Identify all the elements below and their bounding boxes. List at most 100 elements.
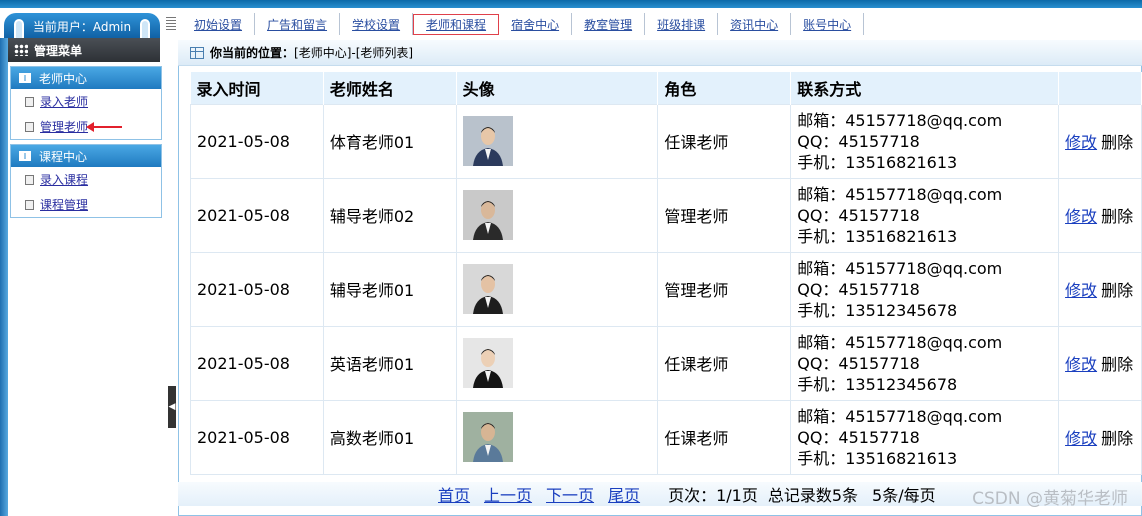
edit-link[interactable]: 修改 (1065, 281, 1097, 300)
edit-link[interactable]: 修改 (1065, 207, 1097, 226)
cell-avatar (455, 103, 659, 179)
cell-name: 体育老师01 (322, 103, 457, 179)
sidebar-item-add-course[interactable]: 录入课程 (11, 167, 161, 192)
cell-role: 管理老师 (657, 177, 792, 253)
teacher-avatar (462, 116, 513, 166)
sidebar-group-header[interactable]: 老师中心 (11, 67, 161, 89)
nav-item-news[interactable]: 资讯中心 (718, 13, 792, 35)
edit-link[interactable]: 修改 (1065, 355, 1097, 374)
menu-grid-icon (14, 44, 28, 56)
teacher-avatar (462, 338, 513, 388)
table-row: 2021-05-08 辅导老师01 管理老师 邮箱：45157718@qq.com QQ… (190, 251, 1142, 327)
contact-qq: QQ：45157718 (797, 279, 920, 299)
cell-actions: 修改 删除 (1058, 177, 1142, 253)
teacher-avatar (462, 264, 513, 314)
cell-date: 2021-05-08 (190, 251, 324, 327)
contact-phone: 手机：13512345678 (797, 300, 958, 320)
edit-link[interactable]: 修改 (1065, 429, 1097, 448)
contact-qq: QQ：45157718 (797, 205, 920, 225)
nav-item-accounts[interactable]: 账号中心 (791, 13, 865, 35)
delete-button[interactable]: 删除 (1101, 355, 1133, 374)
breadcrumb: 你当前的位置： [老师中心]-[老师列表] (178, 40, 1142, 66)
cell-name: 高数老师01 (322, 399, 457, 475)
cell-actions: 修改 删除 (1058, 103, 1142, 179)
document-icon (25, 121, 34, 132)
cell-role: 任课老师 (657, 325, 792, 401)
cell-name: 英语老师01 (322, 325, 457, 401)
watermark: CSDN @黄菊华老师 (972, 489, 1128, 509)
breadcrumb-prefix: 你当前的位置： (210, 46, 295, 60)
nav-item-ads-messages[interactable]: 广告和留言 (255, 13, 341, 35)
sidebar-item-manage-courses[interactable]: 课程管理 (11, 192, 161, 217)
teacher-avatar (462, 190, 513, 240)
grip-icon (166, 17, 176, 31)
cell-contact: 邮箱：45157718@qq.com QQ：45157718 手机：13512345… (790, 325, 1060, 401)
contact-phone: 手机：13516821613 (797, 152, 958, 172)
top-nav: 初始设置 广告和留言 学校设置 老师和课程 宿舍中心 教室管理 班级排课 资讯中… (160, 10, 865, 38)
nav-item-initial-settings[interactable]: 初始设置 (182, 13, 256, 35)
sidebar-title-label: 管理菜单 (34, 43, 83, 58)
nav-item-teachers-courses[interactable]: 老师和课程 (413, 13, 500, 35)
cell-actions: 修改 删除 (1058, 399, 1142, 475)
cell-avatar (455, 251, 659, 327)
delete-button[interactable]: 删除 (1101, 281, 1133, 300)
last-page-link[interactable]: 尾页 (608, 482, 640, 506)
cell-date: 2021-05-08 (190, 399, 324, 475)
edit-link[interactable]: 修改 (1065, 133, 1097, 152)
sidebar-edge (0, 38, 8, 516)
red-arrow-pointer (86, 122, 122, 132)
cell-contact: 邮箱：45157718@qq.com QQ：45157718 手机：13516821… (790, 177, 1060, 253)
current-user-label: 当前用户：Admin (32, 19, 132, 34)
teacher-table: 录入时间 老师姓名 头像 角色 联系方式 2021-05-08 体育老师01 任课老… (190, 72, 1142, 475)
sidebar-item-label: 课程管理 (40, 198, 89, 212)
cell-contact: 邮箱：45157718@qq.com QQ：45157718 手机：13516821… (790, 103, 1060, 179)
delete-button[interactable]: 删除 (1101, 133, 1133, 152)
page-info: 页次：1/1页 (668, 486, 758, 505)
per-page: 5条/每页 (872, 486, 936, 505)
total-records: 总记录数5条 (767, 486, 859, 505)
nav-item-class-schedule[interactable]: 班级排课 (645, 13, 719, 35)
column-header-role: 角色 (657, 72, 792, 104)
document-icon (25, 199, 34, 210)
cell-actions: 修改 删除 (1058, 251, 1142, 327)
cell-contact: 邮箱：45157718@qq.com QQ：45157718 手机：13516821… (790, 399, 1060, 475)
next-page-link[interactable]: 下一页 (546, 482, 594, 506)
sidebar-item-label: 录入老师 (40, 95, 89, 109)
cell-role: 管理老师 (657, 251, 792, 327)
prev-page-link[interactable]: 上一页 (484, 482, 532, 506)
cell-avatar (455, 177, 659, 253)
cell-name: 辅导老师02 (322, 177, 457, 253)
grid-icon (190, 46, 204, 59)
table-row: 2021-05-08 辅导老师02 管理老师 邮箱：45157718@qq.com QQ… (190, 177, 1142, 253)
cell-role: 任课老师 (657, 399, 792, 475)
breadcrumb-path: [老师中心]-[老师列表] (294, 46, 414, 60)
contact-email: 邮箱：45157718@qq.com (797, 258, 1003, 278)
first-page-link[interactable]: 首页 (438, 482, 470, 506)
table-header-row: 录入时间 老师姓名 头像 角色 联系方式 (190, 72, 1142, 104)
nav-item-school-settings[interactable]: 学校设置 (340, 13, 414, 35)
sidebar-group-header[interactable]: 课程中心 (11, 145, 161, 167)
teacher-avatar (462, 412, 513, 462)
column-header-name: 老师姓名 (323, 72, 457, 104)
contact-phone: 手机：13516821613 (797, 226, 958, 246)
book-icon (19, 73, 31, 83)
delete-button[interactable]: 删除 (1101, 429, 1133, 448)
contact-email: 邮箱：45157718@qq.com (797, 110, 1003, 130)
sidebar-group-title: 老师中心 (39, 71, 88, 86)
cell-name: 辅导老师01 (322, 251, 457, 327)
column-header-actions (1058, 72, 1142, 104)
nav-item-classrooms[interactable]: 教室管理 (572, 13, 646, 35)
document-icon (25, 174, 34, 185)
cell-contact: 邮箱：45157718@qq.com QQ：45157718 手机：13512345… (790, 251, 1060, 327)
sidebar-group-courses: 课程中心 录入课程 课程管理 (10, 144, 162, 218)
cell-avatar (455, 399, 659, 475)
cell-actions: 修改 删除 (1058, 325, 1142, 401)
contact-email: 邮箱：45157718@qq.com (797, 406, 1003, 426)
collapse-sidebar-toggle[interactable]: ◀ (168, 386, 176, 428)
contact-phone: 手机：13516821613 (797, 448, 958, 468)
sidebar-item-add-teacher[interactable]: 录入老师 (11, 89, 161, 114)
nav-item-dormitory[interactable]: 宿舍中心 (499, 13, 573, 35)
sidebar-item-label: 录入课程 (40, 173, 89, 187)
table-body: 2021-05-08 体育老师01 任课老师 邮箱：45157718@qq.com QQ… (190, 103, 1142, 475)
delete-button[interactable]: 删除 (1101, 207, 1133, 226)
